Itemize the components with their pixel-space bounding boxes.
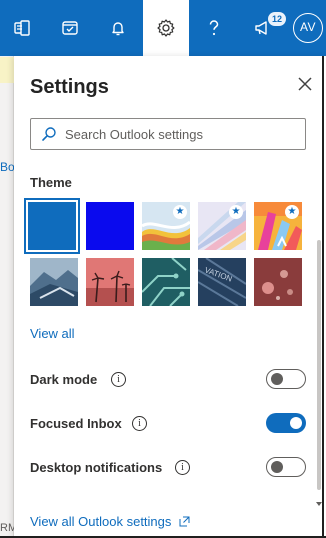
todo-calendar-icon[interactable] (48, 0, 92, 56)
search-input[interactable] (65, 126, 295, 142)
premium-star-icon: ★ (173, 205, 187, 219)
theme-heading: Theme (30, 175, 72, 190)
avatar: AV (293, 13, 323, 43)
account-button[interactable]: AV (290, 0, 326, 56)
premium-star-icon: ★ (229, 205, 243, 219)
focused-inbox-label: Focused Inbox (30, 416, 122, 431)
theme-dark-blue-swatch[interactable] (86, 202, 134, 250)
search-box[interactable] (30, 118, 306, 150)
theme-crayon-swatch[interactable]: ★ (254, 202, 302, 250)
office-icon[interactable] (0, 0, 44, 56)
theme-prism-swatch[interactable]: ★ (198, 202, 246, 250)
focused-inbox-info-icon[interactable]: i (132, 416, 147, 431)
view-all-outlook-settings-link[interactable]: View all Outlook settings (30, 514, 190, 529)
open-external-icon (179, 516, 190, 527)
background-peek-text: Bo (0, 160, 15, 174)
desktop-notifications-info-icon[interactable]: i (175, 460, 190, 475)
settings-panel: Settings Theme ★ ★ ★ VATION View all Dar… (14, 56, 326, 538)
gear-icon[interactable] (143, 0, 189, 56)
theme-innovation-swatch[interactable]: VATION (198, 258, 246, 306)
theme-mountain-swatch[interactable] (30, 258, 78, 306)
view-all-outlook-settings-label: View all Outlook settings (30, 514, 172, 529)
window-edge (322, 56, 324, 538)
theme-circuit-swatch[interactable] (142, 258, 190, 306)
view-all-themes-link[interactable]: View all (30, 326, 75, 341)
close-icon[interactable] (297, 76, 315, 94)
settings-title: Settings (30, 76, 109, 98)
theme-bokeh-swatch[interactable] (254, 258, 302, 306)
top-bar: 12 AV (0, 0, 326, 56)
theme-rainbow-wave-swatch[interactable]: ★ (142, 202, 190, 250)
help-icon[interactable] (192, 0, 236, 56)
settings-scrollbar[interactable] (315, 236, 322, 506)
theme-blue-swatch[interactable] (24, 198, 80, 254)
dark-mode-toggle[interactable] (266, 369, 306, 389)
feedback-megaphone-icon[interactable]: 12 (240, 0, 286, 56)
background-mail-list (0, 56, 14, 538)
scrollbar-thumb[interactable] (317, 240, 321, 490)
notification-count-badge: 12 (268, 12, 286, 26)
premium-star-icon: ★ (285, 205, 299, 219)
desktop-notifications-toggle[interactable] (266, 457, 306, 477)
theme-palm-sunset-swatch[interactable] (86, 258, 134, 306)
background-highlight (0, 57, 14, 83)
search-icon (42, 127, 56, 141)
focused-inbox-toggle[interactable] (266, 413, 306, 433)
dark-mode-info-icon[interactable]: i (111, 372, 126, 387)
bell-icon[interactable] (96, 0, 140, 56)
dark-mode-label: Dark mode (30, 372, 98, 387)
desktop-notifications-label: Desktop notifications (30, 460, 163, 475)
